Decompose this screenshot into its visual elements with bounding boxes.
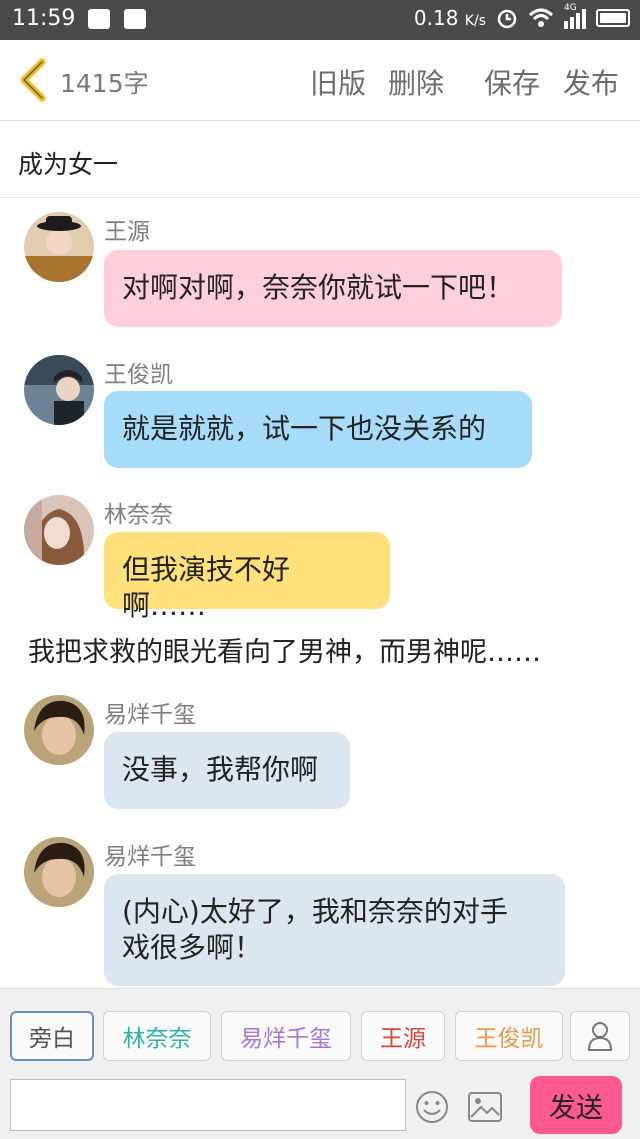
- message-text: 就是就就，试一下也没关系的: [122, 412, 487, 445]
- image-icon[interactable]: [467, 1091, 503, 1123]
- back-arrow-icon[interactable]: [16, 58, 50, 102]
- avatar[interactable]: [24, 837, 94, 907]
- add-role-button[interactable]: [570, 1011, 630, 1061]
- image-notification-icon: [124, 9, 146, 29]
- word-count: 1415字: [60, 69, 149, 98]
- role-chip-wang-junkai[interactable]: 王俊凯: [455, 1011, 563, 1061]
- chat-bubble[interactable]: 但我演技不好啊……: [104, 532, 390, 622]
- sender-name: 易烊千玺: [104, 702, 196, 728]
- avatar[interactable]: [24, 355, 94, 425]
- message-text-line: (内心)太好了，我和奈奈的对手: [122, 895, 508, 928]
- chat-bubble[interactable]: 就是就就，试一下也没关系的: [104, 391, 532, 468]
- role-chip-yi-yangqianxi[interactable]: 易烊千玺: [221, 1011, 351, 1061]
- status-bar: 11:59 0.18 K/s 4G: [0, 0, 640, 40]
- message-text: 但我演技不好啊……: [122, 553, 291, 622]
- status-time: 11:59: [12, 6, 76, 31]
- old-version-button[interactable]: 旧版: [310, 62, 366, 102]
- chat-bubble[interactable]: (内心)太好了，我和奈奈的对手 戏很多啊！: [104, 874, 565, 986]
- send-button[interactable]: 发送: [530, 1076, 622, 1134]
- network-speed: 0.18 K/s: [413, 6, 486, 30]
- role-chip-label: 王俊凯: [474, 1026, 544, 1052]
- role-chip-label: 易烊千玺: [240, 1026, 332, 1052]
- sender-name: 王源: [104, 219, 150, 245]
- story-title: 成为女一: [18, 150, 119, 179]
- sender-name: 王俊凯: [104, 362, 173, 388]
- publish-button[interactable]: 发布: [563, 62, 619, 102]
- network-speed-unit: K/s: [464, 13, 486, 29]
- wifi-icon: [528, 8, 554, 27]
- save-button[interactable]: 保存: [484, 62, 540, 102]
- emoji-icon[interactable]: [414, 1089, 450, 1125]
- avatar[interactable]: [24, 495, 94, 565]
- editor-header: 1415字 旧版 删除 保存 发布: [0, 40, 640, 121]
- role-chip-narrator[interactable]: 旁白: [10, 1011, 94, 1061]
- battery-icon: [596, 9, 630, 27]
- avatar[interactable]: [24, 695, 94, 765]
- role-chip-lin-naina[interactable]: 林奈奈: [103, 1011, 211, 1061]
- avatar[interactable]: [24, 212, 94, 282]
- sender-name: 易烊千玺: [104, 844, 196, 870]
- send-button-label: 发送: [549, 1092, 603, 1124]
- chat-bubble[interactable]: 对啊对啊，奈奈你就试一下吧！: [104, 250, 562, 327]
- narration-text[interactable]: 我把求救的眼光看向了男神，而男神呢……: [28, 630, 541, 669]
- message-text: 对啊对啊，奈奈你就试一下吧！: [122, 271, 515, 304]
- chat-bubble[interactable]: 没事，我帮你啊: [104, 732, 350, 809]
- network-type: 4G: [564, 3, 577, 13]
- notification-bell-icon: [88, 9, 110, 29]
- role-chip-label: 林奈奈: [122, 1026, 192, 1052]
- signal-icon: 4G: [564, 3, 586, 29]
- role-chip-label: 旁白: [29, 1026, 75, 1052]
- delete-button[interactable]: 删除: [388, 62, 444, 102]
- role-chip-label: 王源: [380, 1026, 426, 1052]
- sender-name: 林奈奈: [104, 502, 173, 528]
- story-title-row[interactable]: 成为女一: [0, 121, 640, 198]
- person-icon: [587, 1022, 613, 1051]
- message-input[interactable]: [10, 1079, 406, 1131]
- message-text: 没事，我帮你啊: [122, 753, 319, 786]
- alarm-icon: [497, 9, 517, 29]
- role-chip-wang-yuan[interactable]: 王源: [361, 1011, 445, 1061]
- message-text-line: 戏很多啊！: [122, 931, 263, 964]
